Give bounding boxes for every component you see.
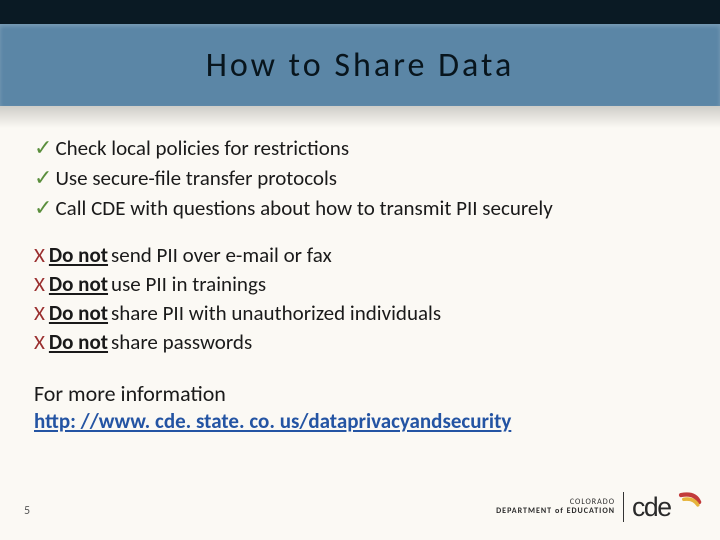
x-icon: X: [34, 271, 45, 298]
x-icon: X: [34, 329, 45, 356]
privacy-link[interactable]: http: //www. cde. state. co. us/datapriv…: [34, 408, 511, 434]
logo-separator: [623, 492, 624, 522]
top-dark-bar: [0, 0, 720, 24]
dont-text: use PII in trainings: [111, 271, 266, 297]
dont-text: share passwords: [111, 329, 252, 355]
dont-prefix: Do not: [49, 271, 108, 297]
cde-logo-icon: cde: [632, 488, 702, 526]
title-shadow: [0, 106, 720, 128]
dont-prefix: Do not: [49, 300, 108, 326]
dont-item: X Do notshare passwords: [34, 329, 686, 356]
dont-text: send PII over e-mail or fax: [111, 242, 332, 268]
dont-item: X Do notshare PII with unauthorized indi…: [34, 300, 686, 327]
dont-item: X Do notsend PII over e-mail or fax: [34, 242, 686, 269]
more-info-block: For more information http: //www. cde. s…: [34, 380, 686, 434]
check-text: Use secure-file transfer protocols: [55, 165, 337, 192]
check-icon: ✓: [34, 134, 52, 162]
svg-text:cde: cde: [632, 492, 671, 522]
dont-prefix: Do not: [49, 242, 108, 268]
logo-dept: DEPARTMENT of EDUCATION: [496, 507, 615, 516]
check-text: Call CDE with questions about how to tra…: [55, 195, 552, 222]
footer-logo: COLORADO DEPARTMENT of EDUCATION cde: [496, 488, 702, 526]
check-icon: ✓: [34, 194, 52, 222]
more-info-label: For more information: [34, 380, 686, 407]
title-band: How to Share Data: [0, 24, 720, 106]
check-item: ✓ Use secure-file transfer protocols: [34, 164, 686, 192]
x-icon: X: [34, 300, 45, 327]
dont-item: X Do notuse PII in trainings: [34, 271, 686, 298]
check-item: ✓ Check local policies for restrictions: [34, 134, 686, 162]
logo-text: COLORADO DEPARTMENT of EDUCATION: [496, 498, 615, 516]
dont-text: share PII with unauthorized individuals: [111, 300, 441, 326]
content-area: ✓ Check local policies for restrictions …: [34, 134, 686, 434]
check-icon: ✓: [34, 164, 52, 192]
page-title: How to Share Data: [206, 45, 515, 86]
dont-prefix: Do not: [49, 329, 108, 355]
x-icon: X: [34, 242, 45, 269]
check-text: Check local policies for restrictions: [55, 135, 349, 162]
check-item: ✓ Call CDE with questions about how to t…: [34, 194, 686, 222]
page-number: 5: [24, 504, 30, 518]
